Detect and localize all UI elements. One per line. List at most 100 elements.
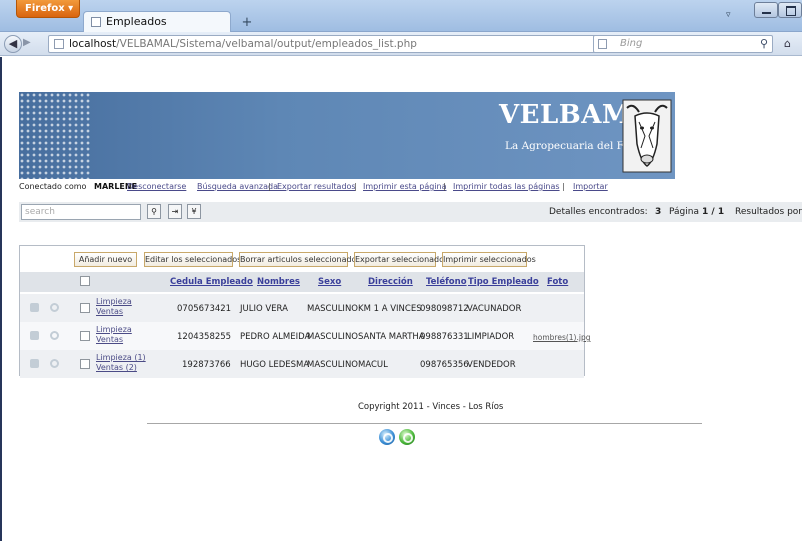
url-host: localhost xyxy=(69,38,117,50)
row-checkbox[interactable] xyxy=(80,359,90,369)
copyright-text: Copyright 2011 - Vinces - Los Ríos xyxy=(358,402,504,412)
expand-search-icon[interactable]: ¥ xyxy=(187,204,201,219)
grid-header: Cedula Empleado Nombres Sexo Dirección T… xyxy=(20,272,584,292)
delete-selected-button[interactable]: Borrar articulos seleccionados xyxy=(239,252,361,267)
logout-link[interactable]: Desconectarse xyxy=(127,182,186,191)
print-selected-button[interactable]: Imprimir seleccionados xyxy=(442,252,536,267)
page-icon xyxy=(54,39,64,49)
firefox-menu-label: Firefox xyxy=(25,3,65,14)
home-icon[interactable]: ⌂ xyxy=(784,37,791,50)
grid-actions: Añadir nuevo Editar los seleccionados Bo… xyxy=(20,246,584,272)
cell-cedula: 0705673421 xyxy=(177,304,232,314)
employees-grid: Añadir nuevo Editar los seleccionados Bo… xyxy=(19,245,590,378)
column-tipo-empleado[interactable]: Tipo Empleado xyxy=(468,277,539,287)
search-bar[interactable]: Bing ⚲ xyxy=(593,35,773,53)
browser-titlebar: Firefox ▾ Empleados + ▿ xyxy=(0,0,802,32)
view-icon[interactable] xyxy=(50,359,59,368)
footer-divider xyxy=(147,423,702,424)
new-tab-button[interactable]: + xyxy=(236,14,258,32)
url-path: /VELBAMAL/Sistema/velbamal/output/emplea… xyxy=(116,38,417,50)
details-found-count: 3 xyxy=(655,207,662,217)
browser-tab[interactable]: Empleados xyxy=(83,11,231,32)
cell-sexo: MASCULINO xyxy=(307,304,358,314)
detail-link-limpieza[interactable]: Limpieza xyxy=(96,325,132,334)
url-text: localhost/VELBAMAL/Sistema/velbamal/outp… xyxy=(69,38,417,50)
forward-button[interactable]: ▶ xyxy=(23,37,31,48)
view-icon[interactable] xyxy=(50,331,59,340)
connection-bar: Conectado como MARLENE Desconectarse Bús… xyxy=(19,182,799,194)
list-toolbar: search ⚲ ⇥ ¥ Detalles encontrados: 3 Pág… xyxy=(19,202,802,222)
results-per-page-label: Resultados por página: xyxy=(735,207,802,217)
detail-link-ventas[interactable]: Ventas xyxy=(96,335,123,344)
detail-link-ventas[interactable]: Ventas (2) xyxy=(96,363,137,372)
table-row: Limpieza (1) Ventas (2) 192873766 HUGO L… xyxy=(20,350,584,378)
print-page-link[interactable]: Imprimir esta página xyxy=(363,182,447,191)
cell-telefono: 098098712 xyxy=(420,304,469,314)
back-button[interactable]: ◀ xyxy=(4,35,22,53)
search-engine-icon[interactable] xyxy=(598,39,607,49)
navigation-bar: ◀ ▶ localhost/VELBAMAL/Sistema/velbamal/… xyxy=(0,32,802,56)
select-all-checkbox[interactable] xyxy=(80,276,90,286)
cell-direccion: MACUL xyxy=(358,360,388,370)
firefox-menu-button[interactable]: Firefox ▾ xyxy=(16,0,80,18)
search-input[interactable]: search xyxy=(21,204,141,220)
cell-direccion: SANTA MARTHA xyxy=(358,332,425,342)
search-icon[interactable]: ⚲ xyxy=(760,37,768,50)
cell-tipo: VENDEDOR xyxy=(467,360,516,370)
column-telefono[interactable]: Teléfono xyxy=(426,277,467,287)
page-number: 1 / 1 xyxy=(702,207,725,217)
xhtml-validator-icon[interactable] xyxy=(399,429,415,445)
edit-selected-button[interactable]: Editar los seleccionados xyxy=(144,252,241,267)
css-validator-icon[interactable] xyxy=(379,429,395,445)
column-sexo[interactable]: Sexo xyxy=(318,277,341,287)
column-cedula[interactable]: Cedula Empleado xyxy=(170,277,253,287)
cow-logo-icon xyxy=(622,99,672,173)
cell-nombres: PEDRO ALMEIDA xyxy=(240,332,311,342)
edit-icon[interactable] xyxy=(30,303,39,312)
cell-tipo: VACUNADOR xyxy=(467,304,522,314)
tab-list-icon[interactable]: ▿ xyxy=(726,10,731,20)
search-engine-label: Bing xyxy=(620,38,643,49)
connected-label: Conectado como xyxy=(19,182,87,191)
cell-sexo: MASCULINO xyxy=(307,360,358,370)
column-foto[interactable]: Foto xyxy=(547,277,568,287)
address-bar[interactable]: localhost/VELBAMAL/Sistema/velbamal/outp… xyxy=(48,35,688,53)
export-results-link[interactable]: Exportar resultados xyxy=(277,182,356,191)
table-row: Limpieza Ventas 1204358255 PEDRO ALMEIDA… xyxy=(20,322,590,350)
page-content: VELBAMAL La Agropecuaria del Futuro. Con… xyxy=(0,57,802,541)
cell-sexo: MASCULINO xyxy=(307,332,358,342)
print-all-pages-link[interactable]: Imprimir todas las páginas xyxy=(453,182,560,191)
column-nombres[interactable]: Nombres xyxy=(257,277,300,287)
cell-telefono: 098765356 xyxy=(420,360,469,370)
column-direccion[interactable]: Dirección xyxy=(368,277,413,287)
import-link[interactable]: Importar xyxy=(573,182,608,191)
export-selected-button[interactable]: Exportar seleccionados xyxy=(354,252,448,267)
advanced-search-link[interactable]: Búsqueda avanzada xyxy=(197,182,278,191)
detail-link-limpieza[interactable]: Limpieza xyxy=(96,297,132,306)
separator: | xyxy=(443,182,446,191)
details-found-label: Detalles encontrados: xyxy=(549,207,648,217)
detail-link-ventas[interactable]: Ventas xyxy=(96,307,123,316)
site-banner: VELBAMAL La Agropecuaria del Futuro. xyxy=(19,92,675,179)
show-all-icon[interactable]: ⇥ xyxy=(168,204,182,219)
photo-link[interactable]: hombres(1).jpg xyxy=(533,333,590,342)
banner-pattern xyxy=(19,92,91,179)
cell-nombres: JULIO VERA xyxy=(240,304,288,314)
row-checkbox[interactable] xyxy=(80,331,90,341)
cell-telefono: 098876331 xyxy=(420,332,469,342)
window-maximize-button[interactable] xyxy=(778,2,802,18)
search-icon[interactable]: ⚲ xyxy=(147,204,161,219)
cell-nombres: HUGO LEDESMA xyxy=(240,360,310,370)
tab-title: Empleados xyxy=(106,15,167,28)
window-minimize-button[interactable] xyxy=(754,2,778,18)
view-icon[interactable] xyxy=(50,303,59,312)
row-checkbox[interactable] xyxy=(80,303,90,313)
detail-link-limpieza[interactable]: Limpieza (1) xyxy=(96,353,146,362)
edit-icon[interactable] xyxy=(30,359,39,368)
cell-tipo: LIMPIADOR xyxy=(467,332,515,342)
separator: | xyxy=(268,182,271,191)
cell-direccion: KM 1 A VINCES xyxy=(358,304,422,314)
edit-icon[interactable] xyxy=(30,331,39,340)
table-row: Limpieza Ventas 0705673421 JULIO VERA MA… xyxy=(20,294,584,322)
add-new-button[interactable]: Añadir nuevo xyxy=(74,252,137,267)
